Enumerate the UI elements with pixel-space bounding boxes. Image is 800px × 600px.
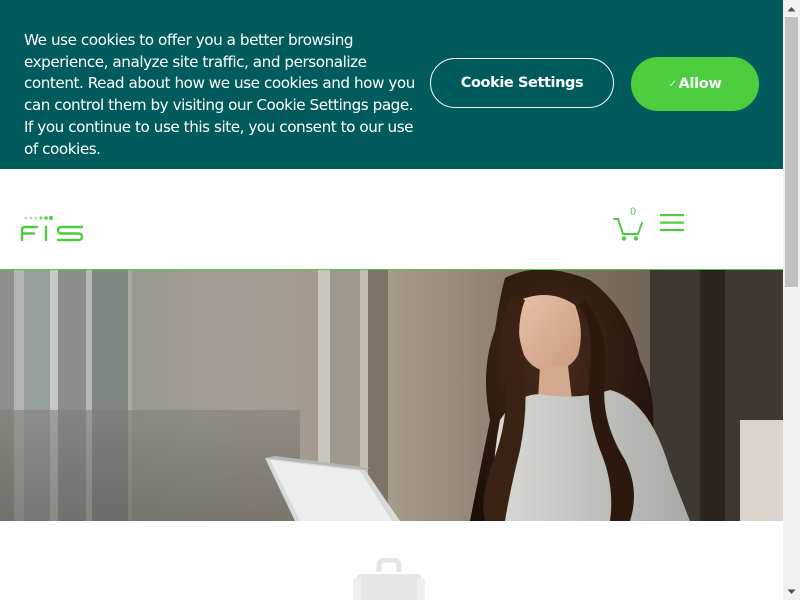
site-header: 0 xyxy=(0,169,783,270)
cookie-banner: We use cookies to offer you a better bro… xyxy=(0,0,783,169)
page-scrollbar[interactable] xyxy=(783,0,800,600)
cart-count: 0 xyxy=(629,207,637,218)
hero-photo xyxy=(0,270,783,521)
allow-label: Allow xyxy=(678,76,722,92)
scroll-down-icon[interactable] xyxy=(783,583,800,600)
scroll-up-icon[interactable] xyxy=(783,0,800,17)
allow-cookies-button[interactable]: ✓ Allow xyxy=(631,57,759,111)
fis-logo-mark xyxy=(20,216,84,242)
briefcase-icon xyxy=(353,557,425,600)
cookie-settings-label: Cookie Settings xyxy=(460,75,584,91)
cookie-message: We use cookies to offer you a better bro… xyxy=(24,31,415,158)
fis-logo[interactable] xyxy=(20,214,86,244)
cart-button[interactable]: 0 xyxy=(612,207,644,243)
viewport: We use cookies to offer you a better bro… xyxy=(0,0,800,600)
menu-button[interactable] xyxy=(658,212,686,234)
page: We use cookies to offer you a better bro… xyxy=(0,0,783,600)
hamburger-menu-icon xyxy=(660,214,684,232)
check-icon: ✓ xyxy=(668,78,677,90)
scroll-thumb[interactable] xyxy=(785,17,798,287)
cookie-settings-button[interactable]: Cookie Settings xyxy=(430,58,614,108)
hero-image xyxy=(0,270,783,521)
